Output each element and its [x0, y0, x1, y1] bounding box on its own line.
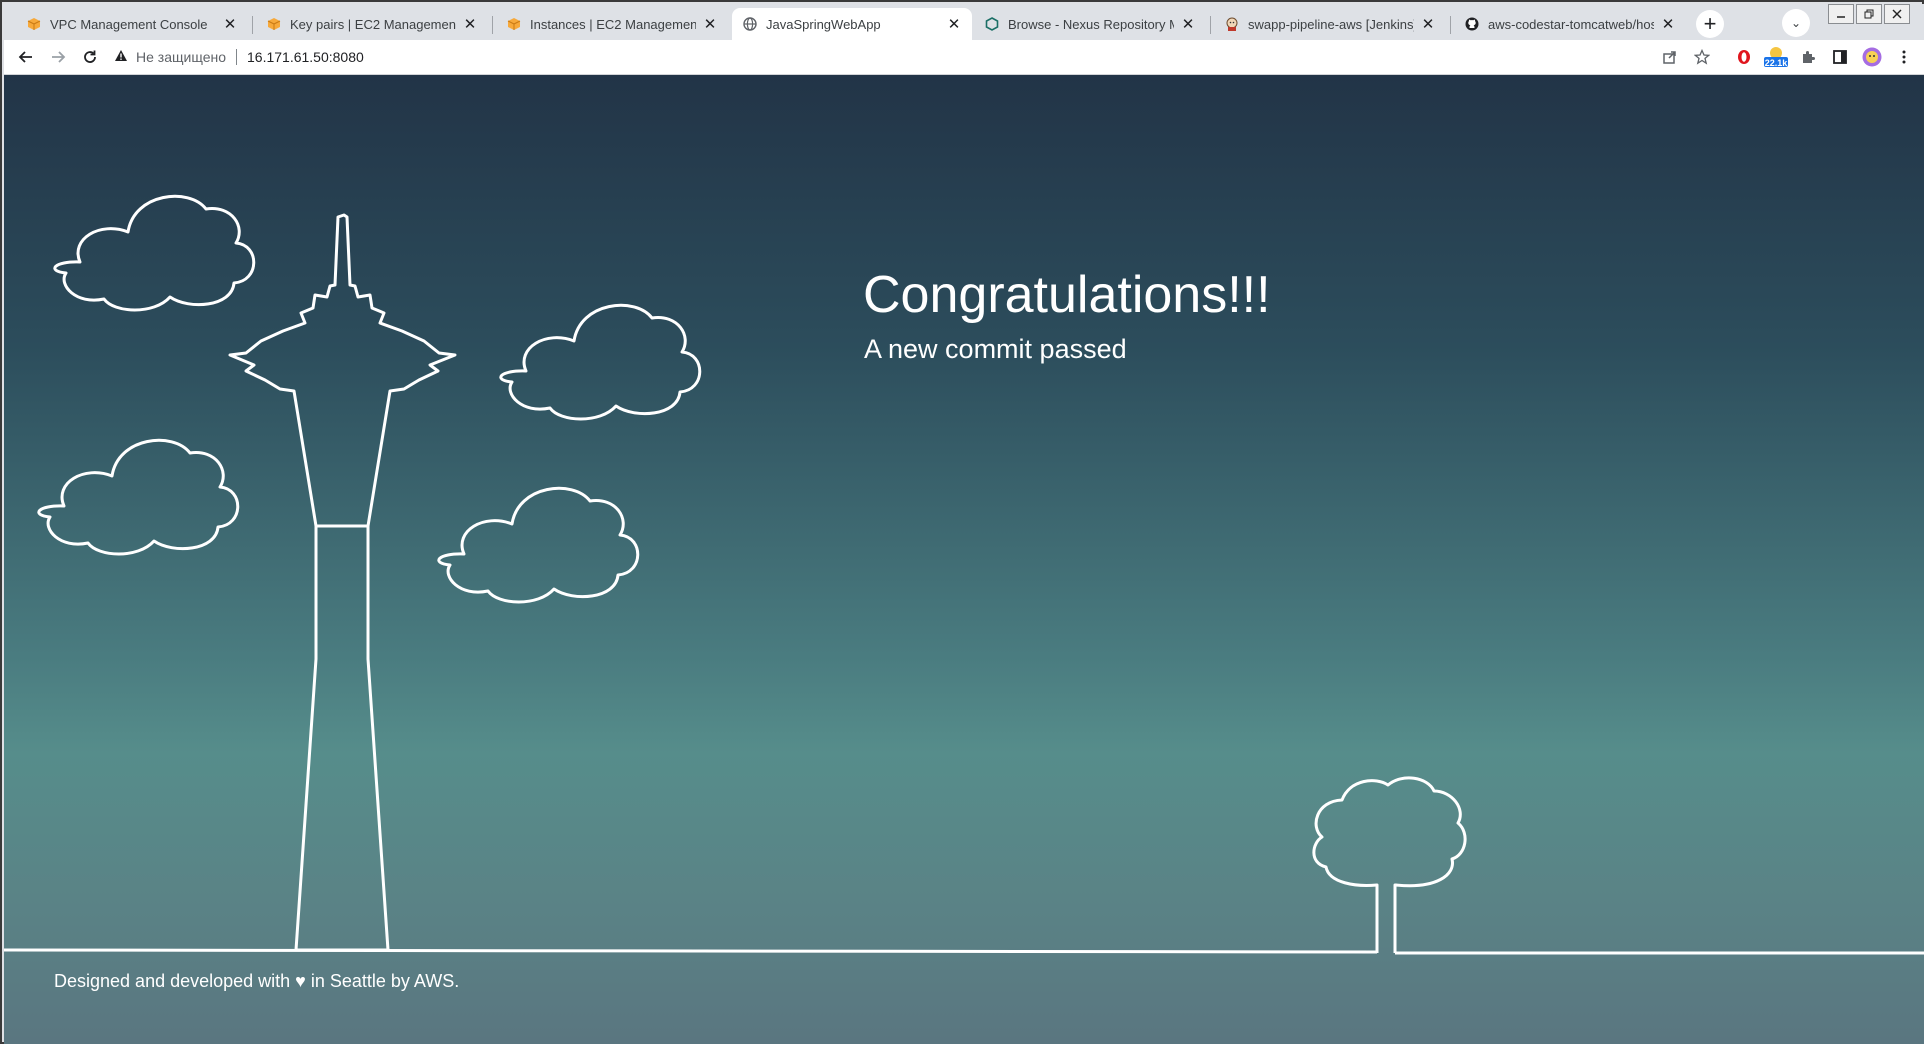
cloud-shape: [37, 438, 240, 556]
space-needle-shape: [228, 213, 457, 952]
aws-cube-icon: [26, 16, 42, 32]
restore-icon[interactable]: [1856, 4, 1882, 24]
warning-triangle-icon[interactable]: [114, 49, 128, 65]
extensions-puzzle-icon[interactable]: [1794, 43, 1822, 71]
tab-search-button[interactable]: ⌄: [1782, 9, 1810, 37]
close-icon[interactable]: ✕: [702, 15, 718, 33]
side-panel-icon[interactable]: [1826, 43, 1854, 71]
tab-key-pairs[interactable]: Key pairs | EC2 Management Con ✕: [256, 8, 488, 40]
page-footer: Designed and developed with ♥ in Seattle…: [54, 971, 460, 991]
close-icon[interactable]: ✕: [222, 15, 238, 33]
tree-shape: [1312, 776, 1467, 953]
tab-title: Key pairs | EC2 Management Con: [290, 16, 456, 32]
cloud-shape: [499, 303, 702, 421]
tab-title: VPC Management Console: [50, 16, 208, 32]
opera-o-icon[interactable]: [1730, 43, 1758, 71]
tab-javaspringwebapp[interactable]: JavaSpringWebApp ✕: [732, 8, 972, 40]
nexus-hex-icon: [984, 16, 1000, 32]
extension-badge-icon[interactable]: 22.1k: [1762, 43, 1790, 71]
menu-kebab-icon[interactable]: [1890, 43, 1918, 71]
tab-nexus[interactable]: Browse - Nexus Repository Mana ✕: [974, 8, 1206, 40]
page-content: Congratulations!!! A new commit passed D…: [4, 75, 1924, 1044]
tab-title: aws-codestar-tomcatweb/hosts a: [1488, 16, 1654, 32]
tab-title: JavaSpringWebApp: [766, 16, 881, 32]
cloud-shape: [437, 486, 640, 604]
tab-separator: [1210, 16, 1211, 34]
browser-toolbar: Не защищено 16.171.61.50:8080 22.1k: [4, 40, 1924, 75]
window-close-icon[interactable]: [1884, 4, 1910, 24]
close-icon[interactable]: ✕: [1180, 15, 1196, 33]
tab-separator: [492, 16, 493, 34]
page-subheadline: A new commit passed: [864, 334, 1127, 364]
jenkins-icon: [1224, 16, 1240, 32]
tab-strip: VPC Management Console ✕ Key pairs | EC2…: [4, 4, 1924, 40]
address-bar[interactable]: Не защищено 16.171.61.50:8080: [114, 43, 1694, 71]
minimize-icon[interactable]: [1828, 4, 1854, 24]
close-icon[interactable]: ✕: [1660, 15, 1676, 33]
bookmark-star-icon[interactable]: [1688, 43, 1716, 71]
new-tab-button[interactable]: +: [1696, 10, 1724, 38]
tab-jenkins[interactable]: swapp-pipeline-aws [Jenkins] ✕: [1214, 8, 1446, 40]
aws-cube-icon: [506, 16, 522, 32]
globe-icon: [742, 16, 758, 32]
seattle-skyline-illustration: [4, 194, 1924, 955]
tab-separator: [1450, 16, 1451, 34]
tab-separator: [252, 16, 253, 34]
close-icon[interactable]: ✕: [946, 15, 962, 33]
share-icon[interactable]: [1656, 43, 1684, 71]
window-controls: [1826, 4, 1910, 24]
tab-vpc-console[interactable]: VPC Management Console ✕: [16, 8, 248, 40]
reload-icon[interactable]: [76, 43, 104, 71]
omnibox-divider: [236, 49, 237, 65]
tab-title: Browse - Nexus Repository Mana: [1008, 16, 1174, 32]
tab-github[interactable]: aws-codestar-tomcatweb/hosts a ✕: [1454, 8, 1686, 40]
cloud-shape: [53, 194, 256, 312]
page-headline: Congratulations!!!: [863, 266, 1271, 324]
forward-arrow-icon[interactable]: [44, 43, 72, 71]
close-icon[interactable]: ✕: [462, 15, 478, 33]
profile-avatar[interactable]: [1858, 43, 1886, 71]
tab-title: swapp-pipeline-aws [Jenkins]: [1248, 16, 1414, 32]
extension-badge-count: 22.1k: [1764, 58, 1788, 68]
tab-instances[interactable]: Instances | EC2 Management Con ✕: [496, 8, 728, 40]
back-arrow-icon[interactable]: [12, 43, 40, 71]
browser-window: VPC Management Console ✕ Key pairs | EC2…: [0, 0, 1924, 1044]
aws-cube-icon: [266, 16, 282, 32]
security-status-label[interactable]: Не защищено: [136, 49, 226, 65]
url-text[interactable]: 16.171.61.50:8080: [247, 49, 364, 65]
github-icon: [1464, 16, 1480, 32]
close-icon[interactable]: ✕: [1420, 15, 1436, 33]
tab-title: Instances | EC2 Management Con: [530, 16, 696, 32]
ground-line: [4, 948, 1924, 955]
